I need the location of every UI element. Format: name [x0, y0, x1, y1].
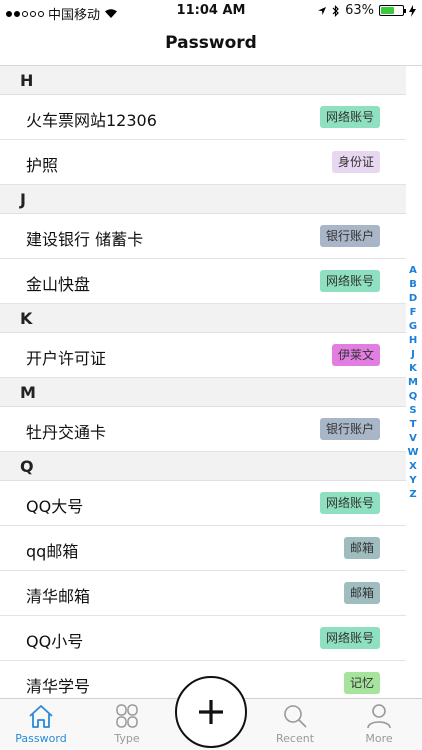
category-tag: 网络账号: [319, 270, 380, 292]
item-title: 牡丹交通卡: [26, 423, 107, 442]
index-letter-v[interactable]: V: [409, 432, 417, 446]
item-title: 火车票网站12306: [26, 111, 157, 130]
section-header-j: J: [0, 185, 406, 214]
tab-more[interactable]: More: [344, 703, 414, 745]
page-title: Password: [165, 33, 257, 53]
tab-more-label: More: [365, 732, 393, 745]
add-button[interactable]: [175, 676, 247, 748]
index-letter-y[interactable]: Y: [409, 474, 416, 488]
index-letter-f[interactable]: F: [410, 306, 417, 320]
tab-type-label: Type: [114, 732, 140, 745]
charging-icon: [409, 4, 416, 17]
item-title: 开户许可证: [26, 349, 107, 368]
tab-password[interactable]: Password: [6, 703, 76, 745]
item-title: 护照: [26, 156, 59, 175]
category-tag: 银行账户: [319, 418, 380, 440]
index-letter-q[interactable]: Q: [409, 390, 418, 404]
grid-icon: [116, 704, 138, 728]
index-letter-m[interactable]: M: [408, 376, 418, 390]
index-letter-s[interactable]: S: [409, 404, 416, 418]
list-item[interactable]: QQ小号 网络账号: [0, 616, 406, 661]
list-item[interactable]: qq邮箱 邮箱: [0, 526, 406, 571]
list-item[interactable]: 护照 身份证: [0, 140, 406, 185]
list-item[interactable]: 建设银行 储蓄卡 银行账户: [0, 214, 406, 259]
category-tag: 网络账号: [319, 492, 380, 514]
tab-type[interactable]: Type: [92, 703, 162, 745]
section-header-m: M: [0, 378, 406, 407]
search-icon: [284, 705, 307, 728]
index-letter-w[interactable]: W: [407, 446, 418, 460]
password-list[interactable]: H 火车票网站12306 网络账号 护照 身份证 J 建设银行 储蓄卡 银行账户 金山快盘 网络账…: [0, 66, 406, 698]
category-tag: 邮箱: [343, 582, 380, 604]
list-item[interactable]: 牡丹交通卡 银行账户: [0, 407, 406, 452]
index-letter-h[interactable]: H: [409, 334, 417, 348]
category-tag: 伊莱文: [331, 344, 380, 366]
tab-recent-label: Recent: [275, 732, 315, 745]
item-title: 建设银行 储蓄卡: [26, 230, 144, 249]
section-header-h: H: [0, 66, 406, 95]
item-title: 金山快盘: [26, 275, 91, 294]
index-letter-b[interactable]: B: [409, 278, 417, 292]
index-letter-t[interactable]: T: [410, 418, 417, 432]
category-tag: 网络账号: [319, 627, 380, 649]
category-tag: 网络账号: [319, 106, 380, 128]
status-right: 63%: [317, 3, 416, 18]
section-header-q: Q: [0, 452, 406, 481]
list-item[interactable]: QQ大号 网络账号: [0, 481, 406, 526]
index-letter-k[interactable]: K: [409, 362, 417, 376]
item-title: 清华邮箱: [26, 587, 91, 606]
list-item[interactable]: 清华邮箱 邮箱: [0, 571, 406, 616]
plus-icon: [199, 700, 223, 724]
category-tag: 银行账户: [319, 225, 380, 247]
category-tag: 身份证: [331, 151, 380, 173]
index-letter-z[interactable]: Z: [409, 488, 416, 502]
list-item[interactable]: 金山快盘 网络账号: [0, 259, 406, 304]
item-title: qq邮箱: [26, 542, 79, 561]
status-bar: 中国移动 11:04 AM 63%: [0, 0, 422, 23]
list-item[interactable]: 火车票网站12306 网络账号: [0, 95, 406, 140]
index-letter-g[interactable]: G: [409, 320, 417, 334]
battery-percent: 63%: [345, 3, 374, 18]
category-tag: 记忆: [343, 672, 380, 694]
navigation-bar: Password: [0, 22, 422, 66]
index-letter-j[interactable]: J: [411, 348, 415, 362]
section-header-k: K: [0, 304, 406, 333]
index-letter-d[interactable]: D: [409, 292, 417, 306]
alphabet-index[interactable]: ABDFGHJKMQSTVWXYZ: [406, 264, 420, 502]
item-title: QQ大号: [26, 497, 84, 516]
location-icon: [318, 6, 327, 15]
home-icon: [29, 705, 53, 728]
bluetooth-icon: [332, 4, 339, 17]
user-icon: [367, 704, 391, 729]
item-title: 清华学号: [26, 677, 91, 696]
index-letter-x[interactable]: X: [409, 460, 417, 474]
battery-icon: [379, 5, 406, 16]
item-title: QQ小号: [26, 632, 84, 651]
tab-password-label: Password: [15, 732, 67, 745]
tab-recent[interactable]: Recent: [260, 703, 330, 745]
list-item[interactable]: 开户许可证 伊莱文: [0, 333, 406, 378]
category-tag: 邮箱: [343, 537, 380, 559]
index-letter-a[interactable]: A: [409, 264, 417, 278]
